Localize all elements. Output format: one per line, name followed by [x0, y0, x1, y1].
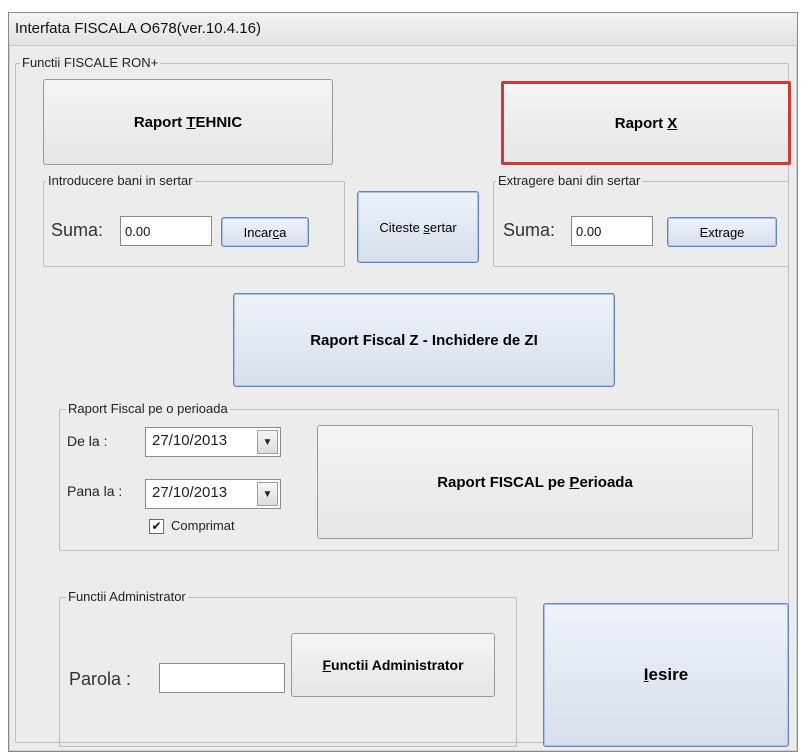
to-label: Pana la : — [67, 483, 123, 499]
iesire-label-post: esire — [648, 665, 689, 684]
from-date-value: 27/10/2013 — [152, 432, 228, 449]
raport-tehnic-hotkey: T — [186, 113, 196, 131]
raport-z-label: Raport Fiscal Z - Inchidere de ZI — [310, 331, 538, 349]
main-window: Interfata FISCALA O678(ver.10.4.16) Func… — [8, 12, 798, 752]
extrage-hotkey: g — [729, 224, 738, 240]
raport-perioada-label-post: erioada — [579, 473, 633, 491]
to-date-value: 27/10/2013 — [152, 484, 228, 501]
raport-tehnic-label-post: EHNIC — [195, 113, 243, 131]
to-date-combo[interactable]: 27/10/2013 ▼ — [145, 479, 281, 509]
period-legend: Raport Fiscal pe o perioada — [66, 401, 230, 416]
raport-perioada-label-pre: Raport FISCAL pe — [437, 473, 570, 491]
withdraw-suma-input[interactable] — [571, 216, 653, 246]
deposit-suma-label: Suma: — [51, 220, 104, 240]
admin-legend: Functii Administrator — [66, 589, 188, 604]
iesire-button[interactable]: Iesire — [543, 603, 789, 747]
deposit-legend: Introducere bani in sertar — [46, 173, 195, 188]
functii-admin-hotkey: F — [322, 657, 332, 673]
raport-x-hotkey: X — [667, 114, 678, 132]
raport-tehnic-button[interactable]: Raport T EHNIC — [43, 79, 333, 165]
from-label: De la : — [67, 433, 108, 449]
withdraw-legend: Extragere bani din sertar — [496, 173, 643, 188]
to-date-dropdown-icon[interactable]: ▼ — [257, 482, 278, 506]
raport-x-button[interactable]: Raport X — [501, 81, 791, 165]
extrage-label-pre: Extra — [699, 224, 730, 240]
citeste-label-post: ertar — [429, 219, 457, 235]
functii-admin-label-post: unctii Administrator — [331, 657, 464, 673]
password-input[interactable] — [159, 663, 285, 693]
window-title: Interfata FISCALA O678(ver.10.4.16) — [15, 20, 261, 37]
incarca-label-pre: Incar — [243, 224, 273, 240]
raport-z-button[interactable]: Raport Fiscal Z - Inchidere de ZI — [233, 293, 615, 387]
raport-x-label-pre: Raport — [614, 114, 668, 132]
fiscal-functions-legend: Functii FISCALE RON+ — [20, 55, 161, 70]
raport-perioada-button[interactable]: Raport FISCAL pe Perioada — [317, 425, 753, 539]
password-label: Parola : — [69, 669, 132, 689]
comprimat-label: Comprimat — [171, 518, 235, 533]
citeste-label-pre: Citeste — [379, 219, 424, 235]
extrage-button[interactable]: Extra g e — [667, 217, 777, 247]
extrage-label-post: e — [737, 224, 745, 240]
deposit-suma-input[interactable] — [120, 216, 212, 246]
incarca-button[interactable]: Incar c a — [221, 217, 309, 247]
raport-tehnic-label-pre: Raport — [133, 113, 187, 131]
from-date-combo[interactable]: 27/10/2013 ▼ — [145, 427, 281, 457]
functii-admin-button[interactable]: Functii Administrator — [291, 633, 495, 697]
citeste-sertar-button[interactable]: Citeste s ertar — [357, 191, 479, 263]
raport-perioada-hotkey: P — [569, 473, 580, 491]
comprimat-checkbox[interactable]: ✔ — [149, 519, 164, 534]
title-bar: Interfata FISCALA O678(ver.10.4.16) — [9, 13, 797, 46]
from-date-dropdown-icon[interactable]: ▼ — [257, 430, 278, 454]
withdraw-suma-label: Suma: — [503, 220, 556, 240]
incarca-label-post: a — [279, 224, 287, 240]
